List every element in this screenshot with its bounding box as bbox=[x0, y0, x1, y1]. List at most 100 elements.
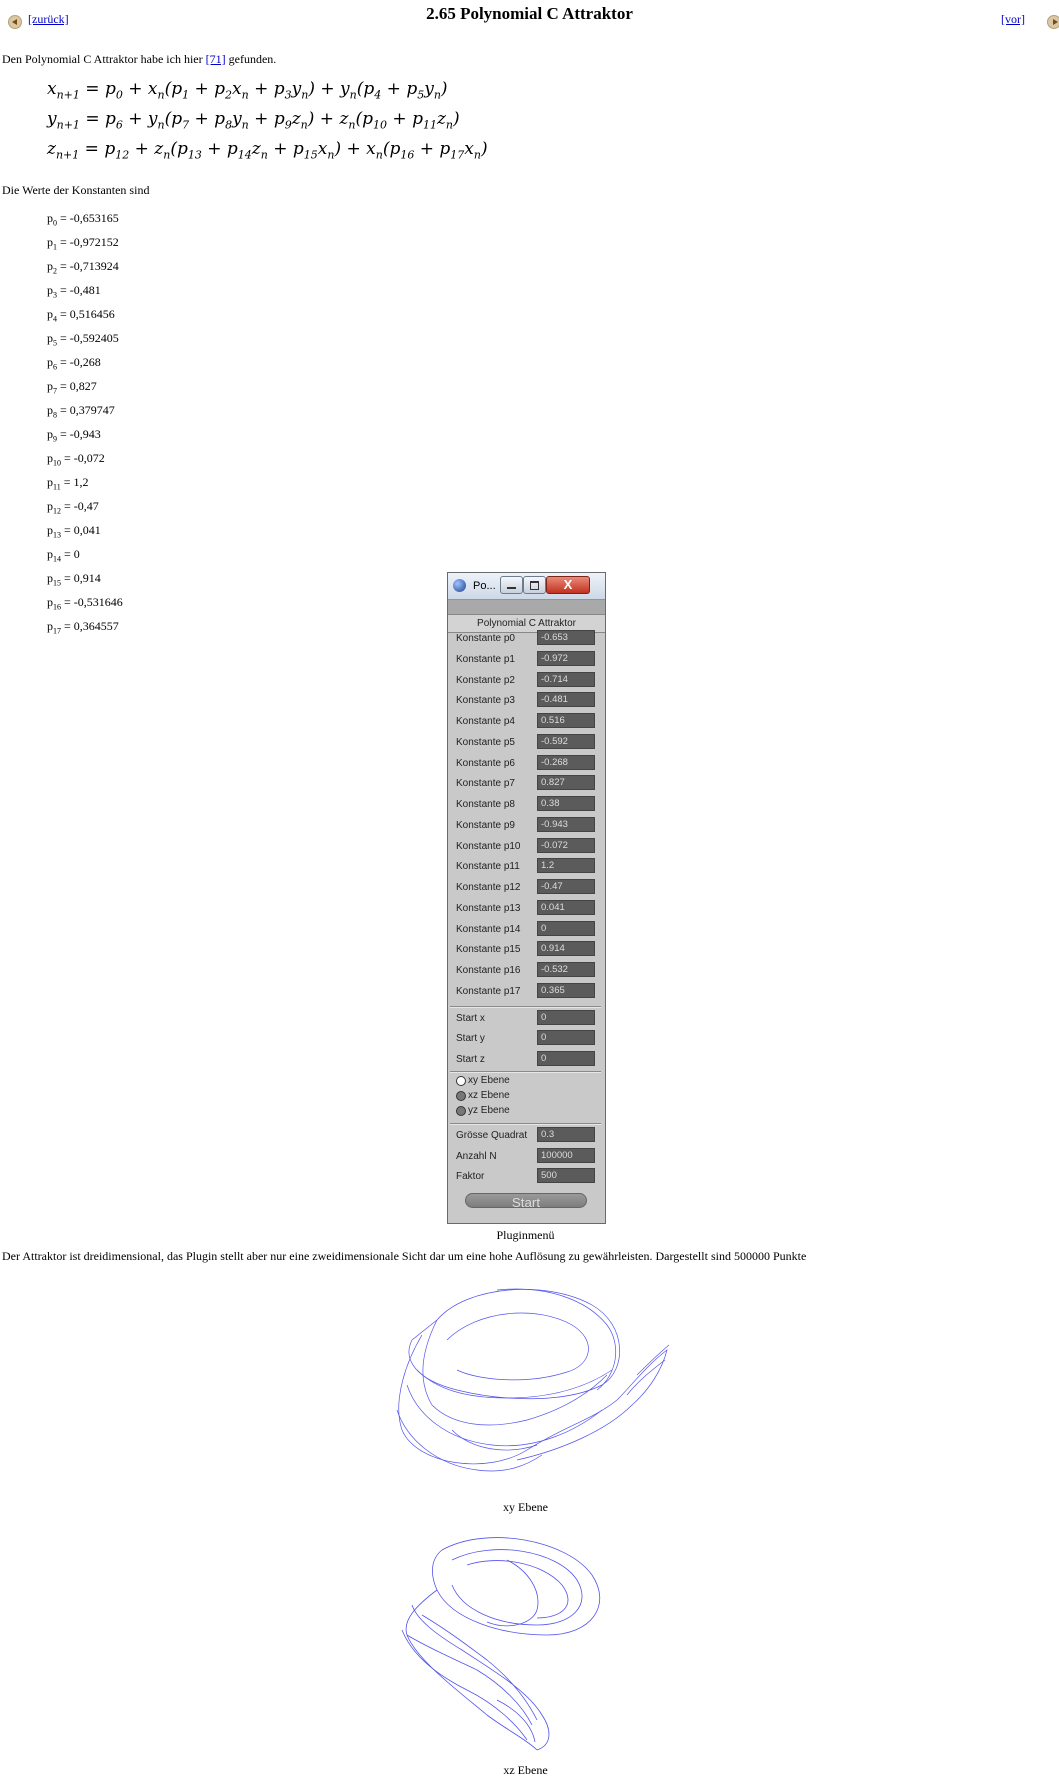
plane-label: yz Ebene bbox=[468, 1104, 510, 1116]
plane-radio[interactable]: yz Ebene bbox=[456, 1104, 576, 1118]
param-input[interactable]: -0.653 bbox=[537, 630, 595, 645]
constant-value: -0,592405 bbox=[69, 330, 119, 345]
start-button[interactable]: Start bbox=[465, 1193, 587, 1210]
constants-list: p0 = -0,653165 p1 = -0,972152 p2 = -0,7139… bbox=[47, 209, 123, 641]
intro-text-before: Den Polynomial C Attraktor habe ich hier bbox=[2, 52, 206, 66]
param-input[interactable]: 0 bbox=[537, 920, 595, 936]
param-input[interactable]: 100000 bbox=[537, 1147, 595, 1163]
param-label: Konstante p11 bbox=[456, 861, 520, 873]
param-input[interactable]: 0.516 bbox=[537, 713, 595, 728]
constant-value: -0,972152 bbox=[69, 234, 119, 249]
param-row: Konstante p5 -0.592 bbox=[456, 733, 601, 751]
constant-index: 14 bbox=[53, 554, 61, 564]
constant-value: 0,379747 bbox=[69, 402, 115, 417]
constant-item: p0 = -0,653165 bbox=[47, 211, 119, 228]
constant-item: p9 = -0,943 bbox=[47, 426, 101, 444]
constant-item: p10 = -0,072 bbox=[47, 450, 105, 468]
constant-value: -0,268 bbox=[69, 354, 101, 369]
param-input[interactable]: 500 bbox=[537, 1168, 595, 1184]
constant-value: 0,364557 bbox=[73, 618, 119, 633]
param-input[interactable]: -0.532 bbox=[537, 962, 595, 977]
constant-index: 3 bbox=[53, 290, 57, 300]
window-titlebar[interactable]: Po... X bbox=[448, 573, 605, 600]
param-input[interactable]: -0.268 bbox=[537, 754, 595, 770]
equation-z: zn+1 = p12 + zn(p13 + p14zn + p15xn) + x… bbox=[47, 139, 488, 162]
maximize-button[interactable] bbox=[523, 576, 546, 594]
param-input[interactable]: -0.943 bbox=[537, 816, 595, 832]
constant-item: p12 = -0,47 bbox=[47, 498, 99, 516]
constant-index: 15 bbox=[53, 578, 61, 588]
constant-index: 1 bbox=[53, 242, 57, 252]
constant-value: 0,827 bbox=[69, 378, 97, 393]
param-input[interactable]: 0 bbox=[537, 1030, 595, 1046]
app-icon bbox=[453, 579, 466, 592]
constant-value: -0,653165 bbox=[69, 211, 119, 225]
constant-index: 9 bbox=[53, 434, 57, 444]
plane-radio[interactable]: xz Ebene bbox=[456, 1089, 576, 1103]
param-label: Konstante p6 bbox=[456, 757, 515, 769]
param-row: Start y 0 bbox=[456, 1030, 601, 1047]
param-label: Konstante p9 bbox=[456, 819, 515, 831]
param-label: Konstante p14 bbox=[456, 923, 521, 935]
constant-value: -0,531646 bbox=[73, 594, 123, 609]
param-label: Konstante p8 bbox=[456, 799, 515, 810]
radio-dot-icon[interactable] bbox=[456, 1075, 466, 1086]
param-input[interactable]: 0 bbox=[537, 1009, 595, 1025]
radio-dot-icon[interactable] bbox=[456, 1105, 466, 1116]
param-row: Konstante p11 1.2 bbox=[456, 858, 601, 875]
param-row: Grösse Quadrat 0.3 bbox=[456, 1126, 601, 1144]
param-input[interactable]: -0.47 bbox=[537, 879, 595, 894]
param-input[interactable]: 0.914 bbox=[537, 941, 595, 957]
param-input[interactable]: 0 bbox=[537, 1051, 595, 1066]
constant-item: p16 = -0,531646 bbox=[47, 594, 123, 612]
param-row: Konstante p1 -0.972 bbox=[456, 650, 601, 668]
param-input[interactable]: 1.2 bbox=[537, 858, 595, 874]
param-row: Start z 0 bbox=[456, 1051, 601, 1068]
constant-index: 5 bbox=[53, 338, 57, 348]
param-label: Konstante p2 bbox=[456, 674, 515, 686]
param-row: Anzahl N 100000 bbox=[456, 1147, 601, 1165]
minimize-button[interactable] bbox=[500, 576, 523, 594]
page-title: 2.65 Polynomial C Attraktor bbox=[426, 4, 633, 23]
forward-link[interactable]: [vor] bbox=[1001, 12, 1025, 27]
param-input[interactable]: 0.827 bbox=[537, 775, 595, 791]
param-input[interactable]: -0.714 bbox=[537, 671, 595, 687]
param-label: Konstante p16 bbox=[456, 965, 521, 976]
param-input[interactable]: -0.972 bbox=[537, 650, 595, 666]
plane-radio[interactable]: xy Ebene bbox=[456, 1074, 576, 1088]
attractor-xy-image bbox=[396, 1288, 670, 1472]
param-input[interactable]: 0.365 bbox=[537, 982, 595, 998]
plane-label: xy Ebene bbox=[468, 1074, 510, 1086]
param-input[interactable]: 0.041 bbox=[537, 899, 595, 915]
window-title: Po... bbox=[473, 580, 496, 592]
param-input[interactable]: -0.481 bbox=[537, 692, 595, 708]
constant-index: 11 bbox=[53, 482, 61, 492]
param-input[interactable]: -0.592 bbox=[537, 733, 595, 749]
reference-link[interactable]: [71] bbox=[206, 52, 226, 66]
xy-caption: xy Ebene bbox=[503, 1500, 548, 1514]
divider bbox=[450, 1070, 601, 1073]
divider bbox=[450, 1122, 601, 1125]
radio-dot-icon[interactable] bbox=[456, 1090, 466, 1101]
plugin-caption: Pluginmenü bbox=[496, 1228, 555, 1242]
constant-item: p2 = -0,713924 bbox=[47, 258, 119, 276]
forward-arrow-icon[interactable] bbox=[1047, 15, 1059, 30]
param-label: Konstante p1 bbox=[456, 653, 515, 665]
param-input[interactable]: -0.072 bbox=[537, 837, 595, 853]
close-button[interactable]: X bbox=[546, 576, 590, 594]
constant-value: -0,943 bbox=[69, 426, 101, 441]
constant-index: 2 bbox=[53, 266, 57, 276]
constant-item: p7 = 0,827 bbox=[47, 378, 97, 396]
param-label: Anzahl N bbox=[456, 1150, 497, 1162]
constant-value: 0,516456 bbox=[69, 306, 115, 321]
constant-index: 7 bbox=[53, 386, 57, 396]
param-input[interactable]: 0.3 bbox=[537, 1126, 595, 1142]
param-row: Konstante p10 -0.072 bbox=[456, 837, 601, 855]
param-row: Konstante p4 0.516 bbox=[456, 713, 601, 730]
param-row: Konstante p0 -0.653 bbox=[456, 630, 601, 647]
equation-x: xn+1 = p0 + xn(p1 + p2xn + p3yn) + yn(p4… bbox=[47, 79, 448, 102]
constant-item: p3 = -0,481 bbox=[47, 282, 101, 300]
intro-paragraph: Den Polynomial C Attraktor habe ich hier… bbox=[2, 52, 276, 67]
constant-index: 13 bbox=[53, 530, 61, 540]
param-input[interactable]: 0.38 bbox=[537, 796, 595, 811]
